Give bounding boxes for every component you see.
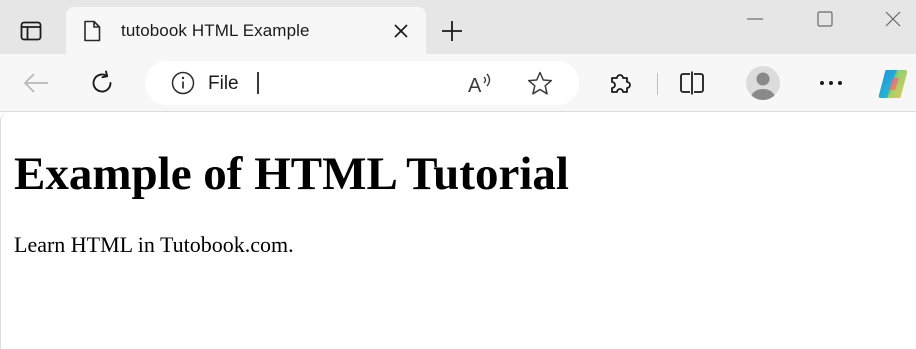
favorite-button[interactable] [526,70,554,96]
minimize-icon [747,18,763,20]
split-screen-icon [680,71,704,95]
close-icon [885,11,901,27]
tab-title: tutobook HTML Example [121,21,310,40]
page-viewport: Example of HTML Tutorial Learn HTML in T… [0,113,916,349]
profile-button[interactable] [744,64,782,102]
maximize-icon [817,11,833,27]
minimize-button[interactable] [724,0,786,38]
toolbar-divider [657,73,658,95]
refresh-icon [92,70,112,93]
back-button[interactable] [18,65,54,101]
back-arrow-icon [24,73,48,93]
browser-toolbar: File A [0,54,916,112]
split-screen-button[interactable] [674,65,710,101]
address-scheme-label: File [208,73,239,94]
address-bar[interactable]: File A [145,61,579,105]
tab-actions-icon [20,21,42,41]
extensions-button[interactable] [603,65,639,101]
active-tab[interactable]: tutobook HTML Example [66,7,426,54]
maximize-button[interactable] [794,0,856,38]
tab-actions-button[interactable] [10,12,52,50]
puzzle-icon [611,74,631,93]
svg-text:A: A [468,75,482,95]
text-cursor [257,72,259,94]
new-tab-button[interactable] [436,15,468,47]
info-icon [171,71,195,95]
title-bar: tutobook HTML Example [0,0,916,54]
read-aloud-button[interactable]: A [467,70,495,96]
page-paragraph: Learn HTML in Tutobook.com. [14,232,294,257]
more-button[interactable] [813,65,849,101]
page-heading: Example of HTML Tutorial [14,148,569,200]
more-icon [820,81,842,85]
refresh-button[interactable] [84,65,120,101]
window-close-button[interactable] [862,0,916,38]
plus-icon [442,21,462,41]
avatar-icon [746,66,780,100]
close-icon [394,24,408,38]
copilot-button[interactable] [873,64,913,104]
site-info-button[interactable] [171,71,195,95]
tab-close-button[interactable] [390,20,412,42]
star-icon [527,71,553,95]
document-icon [84,20,101,42]
read-aloud-icon: A [468,73,491,95]
copilot-icon [878,70,908,98]
